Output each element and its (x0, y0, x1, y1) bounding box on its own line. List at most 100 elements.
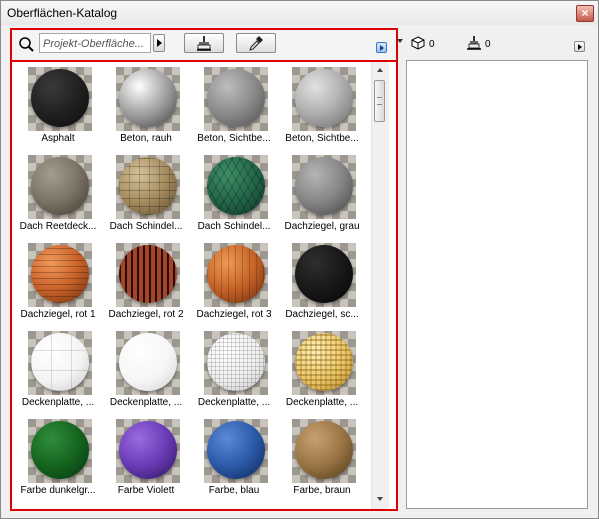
surface-thumbnail[interactable] (292, 243, 356, 307)
expand-panel-arrow-button[interactable] (376, 42, 387, 53)
vertical-scrollbar[interactable] (371, 62, 389, 509)
material-sphere (207, 333, 265, 391)
surface-label: Deckenplatte, ... (109, 397, 183, 408)
search-options-arrow-button[interactable] (153, 34, 165, 52)
surface-item[interactable]: Farbe dunkelgr... (14, 415, 102, 503)
surface-item[interactable]: Deckenplatte, ... (102, 327, 190, 415)
brush-icon (467, 36, 481, 50)
cube-icon (411, 36, 425, 50)
close-button[interactable]: × (576, 5, 594, 22)
title-bar: Oberflächen-Katalog × (1, 1, 598, 25)
surface-preview-panel (406, 60, 588, 509)
material-sphere (295, 421, 353, 479)
material-sphere (207, 421, 265, 479)
material-sphere (31, 421, 89, 479)
brush-count-value: 0 (485, 39, 491, 50)
material-sphere (295, 245, 353, 303)
surface-label: Deckenplatte, ... (285, 397, 359, 408)
surface-item[interactable]: Beton, Sichtbe... (190, 63, 278, 151)
surface-item[interactable]: Farbe Violett (102, 415, 190, 503)
material-sphere (207, 245, 265, 303)
surface-thumbnail[interactable] (116, 243, 180, 307)
surface-thumbnail[interactable] (292, 419, 356, 483)
surface-label: Dachziegel, sc... (285, 309, 359, 320)
surface-thumbnail[interactable] (28, 155, 92, 219)
scroll-up-arrow[interactable] (377, 68, 383, 72)
material-sphere (119, 245, 177, 303)
surface-thumbnail[interactable] (292, 331, 356, 395)
material-sphere (295, 157, 353, 215)
surface-label: Dachziegel, rot 2 (108, 309, 184, 320)
surface-label: Farbe, braun (293, 485, 351, 496)
material-sphere (295, 333, 353, 391)
surface-label: Dach Schindel... (109, 221, 183, 232)
surface-thumbnail[interactable] (28, 243, 92, 307)
material-sphere (31, 245, 89, 303)
surface-item[interactable]: Dachziegel, sc... (278, 239, 366, 327)
surface-thumbnail[interactable] (116, 331, 180, 395)
material-sphere (31, 157, 89, 215)
material-sphere (295, 69, 353, 127)
surface-item[interactable]: Beton, rauh (102, 63, 190, 151)
surface-label: Farbe Violett (117, 485, 175, 496)
material-sphere (31, 69, 89, 127)
close-icon[interactable]: × (581, 6, 588, 20)
surface-thumbnail[interactable] (116, 419, 180, 483)
surface-thumbnail[interactable] (116, 67, 180, 131)
surface-thumbnail[interactable] (116, 155, 180, 219)
surface-item[interactable]: Dachziegel, rot 3 (190, 239, 278, 327)
surface-thumbnail[interactable] (204, 331, 268, 395)
surface-thumbnail[interactable] (204, 419, 268, 483)
surface-item[interactable]: Beton, Sichtbe... (278, 63, 366, 151)
surface-label: Deckenplatte, ... (197, 397, 271, 408)
surface-item[interactable]: Deckenplatte, ... (14, 327, 102, 415)
surface-label: Dachziegel, rot 1 (20, 309, 96, 320)
preview-options-arrow-button[interactable] (574, 41, 585, 52)
catalog-toolbar: Projekt-Oberfläche... (10, 28, 398, 62)
material-sphere (207, 69, 265, 127)
surface-thumbnail[interactable] (204, 155, 268, 219)
surface-thumbnail[interactable] (28, 67, 92, 131)
surface-label: Farbe, blau (208, 485, 260, 496)
surface-thumbnail[interactable] (292, 67, 356, 131)
surface-label: Dachziegel, rot 3 (196, 309, 272, 320)
material-sphere (119, 421, 177, 479)
surface-item[interactable]: Dachziegel, rot 1 (14, 239, 102, 327)
scroll-thumb[interactable] (374, 80, 385, 122)
surface-label: Beton, Sichtbe... (285, 133, 359, 144)
surface-label: Beton, rauh (120, 133, 172, 144)
surface-item[interactable]: Farbe, braun (278, 415, 366, 503)
surface-label: Deckenplatte, ... (21, 397, 95, 408)
material-sphere (119, 157, 177, 215)
surface-item[interactable]: Dachziegel, grau (278, 151, 366, 239)
surface-thumbnail[interactable] (28, 419, 92, 483)
surface-item[interactable]: Dach Reetdeck... (14, 151, 102, 239)
surface-item[interactable]: Farbe, blau (190, 415, 278, 503)
surface-label: Dachziegel, grau (284, 221, 360, 232)
material-sphere (207, 157, 265, 215)
surface-thumbnail[interactable] (204, 67, 268, 131)
surface-item[interactable]: Dach Schindel... (102, 151, 190, 239)
paint-brush-button[interactable] (184, 33, 224, 53)
surface-item[interactable]: Dachziegel, rot 2 (102, 239, 190, 327)
surface-item[interactable]: Dach Schindel... (190, 151, 278, 239)
window-title: Oberflächen-Katalog (7, 6, 118, 20)
surface-grid-panel: Asphalt Beton, rauh Beton, Sichtbe... Beton… (10, 60, 398, 511)
surface-thumbnail[interactable] (292, 155, 356, 219)
scroll-down-arrow[interactable] (377, 497, 383, 501)
surface-thumbnail[interactable] (204, 243, 268, 307)
search-icon[interactable] (17, 35, 37, 55)
search-input[interactable]: Projekt-Oberfläche... (39, 33, 151, 53)
material-sphere (119, 69, 177, 127)
surface-item[interactable]: Deckenplatte, ... (278, 327, 366, 415)
surface-item[interactable]: Deckenplatte, ... (190, 327, 278, 415)
surface-thumbnail[interactable] (28, 331, 92, 395)
surface-count-value: 0 (429, 39, 435, 50)
eyedropper-button[interactable] (236, 33, 276, 53)
surface-label: Farbe dunkelgr... (20, 485, 96, 496)
chevron-down-icon[interactable] (397, 39, 403, 43)
surface-label: Asphalt (41, 133, 75, 144)
surface-item[interactable]: Asphalt (14, 63, 102, 151)
surface-label: Dach Schindel... (197, 221, 271, 232)
brush-icon (197, 36, 211, 51)
